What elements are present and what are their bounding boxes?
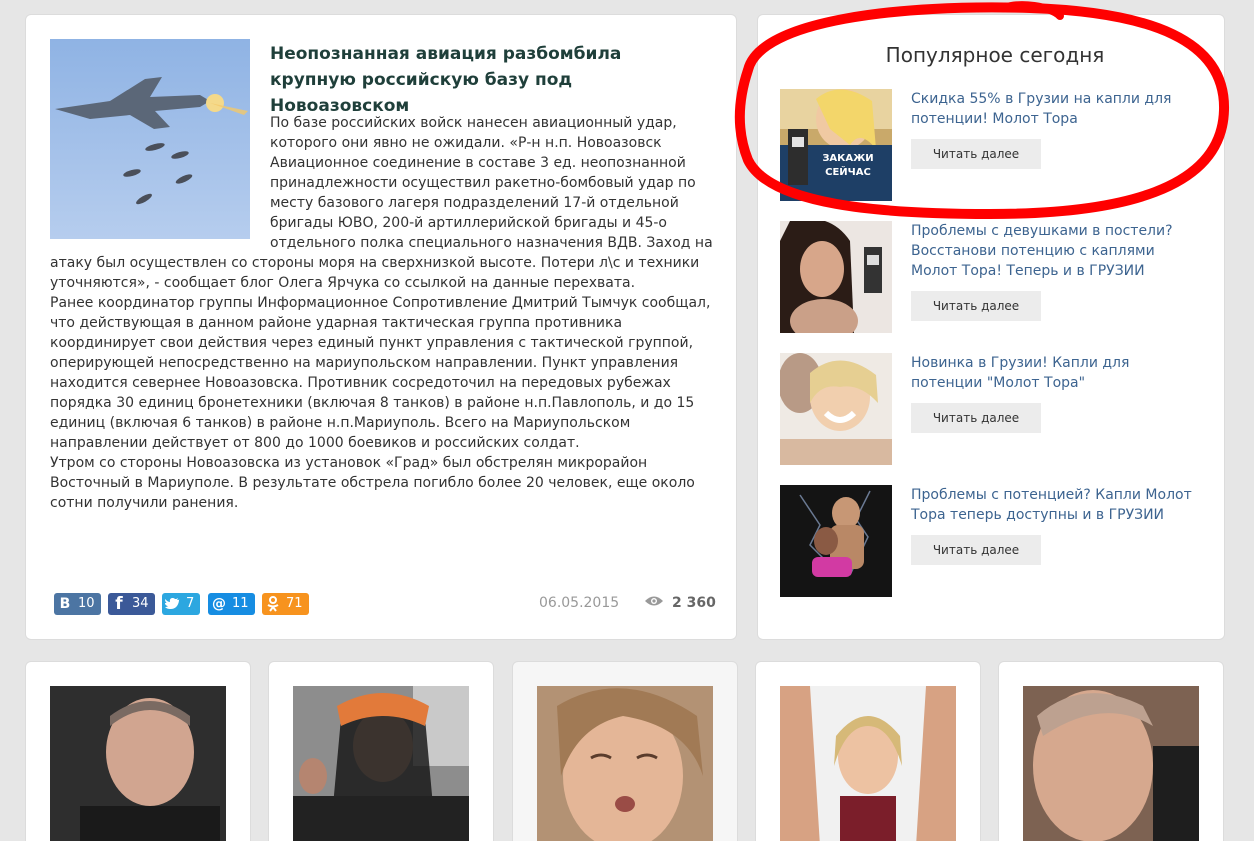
popular-item-thumb[interactable] <box>780 353 892 465</box>
svg-text:СЕЙЧАС: СЕЙЧАС <box>825 165 871 178</box>
share-vk-count: 10 <box>78 596 95 611</box>
vk-icon: В <box>59 596 71 612</box>
popular-item-link[interactable]: Новинка в Грузии! Капли для потенции "Мо… <box>911 353 1201 393</box>
news-card[interactable] <box>998 661 1224 841</box>
odnoklassniki-icon <box>262 593 284 615</box>
popular-item-link[interactable]: Проблемы с девушками в постели? Восстано… <box>911 221 1201 281</box>
popular-item: ЗАКАЖИ СЕЙЧАС Скидка 55% в Грузии на кап… <box>780 89 1210 201</box>
popular-item-thumb[interactable] <box>780 221 892 333</box>
popular-item-link[interactable]: Скидка 55% в Грузии на капли для потенци… <box>911 89 1201 129</box>
mailru-icon: @ <box>212 596 226 612</box>
views-count: 2 360 <box>672 595 716 611</box>
share-twitter-count: 7 <box>186 596 195 611</box>
news-card-image[interactable] <box>50 686 226 841</box>
share-twitter-button[interactable]: 7 <box>162 593 201 615</box>
popular-item-thumb[interactable]: ЗАКАЖИ СЕЙЧАС <box>780 89 892 201</box>
news-card-image[interactable] <box>293 686 469 841</box>
share-odnoklassniki-count: 71 <box>286 596 303 611</box>
article-paragraph-2: Ранее координатор группы Информационное … <box>50 295 711 451</box>
share-vk-button[interactable]: В 10 <box>54 593 101 615</box>
popular-item-link[interactable]: Проблемы с потенцией? Капли Молот Тора т… <box>911 485 1201 525</box>
facebook-icon: f <box>115 594 123 614</box>
news-card-image[interactable] <box>537 686 713 841</box>
read-more-button[interactable]: Читать далее <box>911 403 1041 433</box>
news-card-image[interactable] <box>1023 686 1199 841</box>
article-paragraph-3: Утром со стороны Новоазовска из установо… <box>50 455 695 511</box>
popular-item: Проблемы с девушками в постели? Восстано… <box>780 221 1210 333</box>
article-views: 2 360 <box>644 595 716 611</box>
twitter-icon <box>162 593 184 615</box>
article-date: 06.05.2015 <box>539 595 620 611</box>
share-facebook-button[interactable]: f 34 <box>108 593 155 615</box>
thumb-caption: ЗАКАЖИ <box>822 153 873 164</box>
article-body: По базе российских войск нанесен авиацио… <box>50 113 718 513</box>
popular-title: Популярное сегодня <box>885 43 1105 67</box>
share-facebook-count: 34 <box>132 596 149 611</box>
popular-item: Проблемы с потенцией? Капли Молот Тора т… <box>780 485 1210 597</box>
article-card: Неопознанная авиация разбомбила крупную … <box>25 14 737 640</box>
share-mailru-count: 11 <box>232 596 249 611</box>
news-card[interactable] <box>268 661 494 841</box>
article-title[interactable]: Неопознанная авиация разбомбила крупную … <box>270 41 700 119</box>
eye-icon <box>644 595 664 611</box>
news-card-image[interactable] <box>780 686 956 841</box>
read-more-button[interactable]: Читать далее <box>911 139 1041 169</box>
read-more-button[interactable]: Читать далее <box>911 291 1041 321</box>
popular-sidebar: Популярное сегодня ЗАКАЖИ СЕЙЧАС Скидка … <box>757 14 1225 640</box>
popular-item: Новинка в Грузии! Капли для потенции "Мо… <box>780 353 1210 465</box>
news-card[interactable] <box>755 661 981 841</box>
popular-item-thumb[interactable] <box>780 485 892 597</box>
read-more-button[interactable]: Читать далее <box>911 535 1041 565</box>
news-card[interactable] <box>512 661 738 841</box>
share-mailru-button[interactable]: @ 11 <box>208 593 255 615</box>
share-odnoklassniki-button[interactable]: 71 <box>262 593 309 615</box>
news-card[interactable] <box>25 661 251 841</box>
